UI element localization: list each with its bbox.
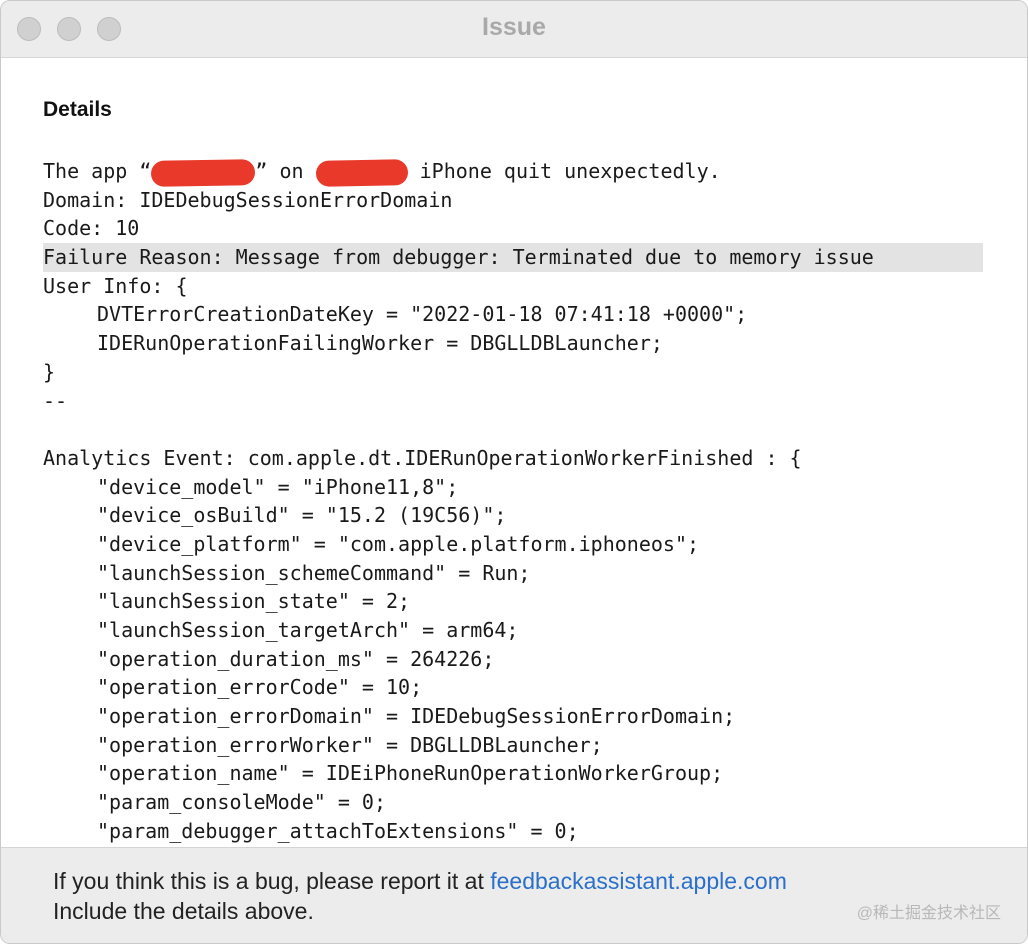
code-line: Code: 10 [43, 216, 140, 241]
analytics-item: "operation_errorWorker" = DBGLLDBLaunche… [97, 732, 603, 757]
feedback-assistant-link[interactable]: feedbackassistant.apple.com [490, 868, 787, 894]
user-info-close: } [43, 359, 56, 384]
analytics-item: "operation_name" = IDEiPhoneRunOperation… [97, 761, 724, 786]
analytics-item: "operation_duration_ms" = 264226; [97, 646, 495, 671]
analytics-item: "operation_errorDomain" = IDEDebugSessio… [97, 704, 736, 729]
quit-message-line: The app “ ” on iPhone quit unexpectedly. [43, 157, 1003, 187]
redacted-device-name [315, 158, 408, 187]
redacted-app-name [151, 158, 256, 187]
domain-line: Domain: IDEDebugSessionErrorDomain [43, 187, 453, 212]
failure-reason-line: Failure Reason: Message from debugger: T… [43, 243, 983, 272]
quit-message-suffix: iPhone quit unexpectedly. [407, 159, 721, 183]
analytics-item: "operation_errorCode" = 10; [97, 675, 423, 700]
analytics-item: "launchSession_targetArch" = arm64; [97, 618, 519, 642]
details-heading: Details [43, 98, 112, 121]
separator-line: -- [43, 388, 68, 413]
analytics-item: "device_model" = "iPhone11,8"; [97, 474, 459, 499]
quit-message-mid: ” on [255, 159, 316, 183]
details-scroll-area[interactable]: Details The app “ ” on iPhone quit unexpe… [1, 58, 1027, 847]
bug-report-prefix: If you think this is a bug, please repor… [53, 868, 491, 894]
issue-window: Issue Details The app “ ” on iPhone quit … [0, 0, 1028, 944]
user-info-item: DVTErrorCreationDateKey = "2022-01-18 07… [97, 302, 748, 327]
bug-report-notice: If you think this is a bug, please repor… [53, 866, 787, 926]
include-details-line: Include the details above. [53, 898, 314, 924]
details-text[interactable]: The app “” on iPhone quit unexpectedly. … [43, 157, 1003, 846]
analytics-item: "param_debugger_attachToExtensions" = 0; [97, 818, 579, 843]
analytics-event-open: Analytics Event: com.apple.dt.IDERunOper… [43, 445, 802, 470]
title-bar: Issue [1, 1, 1027, 58]
user-info-item: IDERunOperationFailingWorker = DBGLLDBLa… [97, 331, 663, 356]
analytics-item: "param_consoleMode" = 0; [97, 790, 386, 815]
user-info-open: User Info: { [43, 273, 188, 298]
bug-report-line: If you think this is a bug, please repor… [53, 866, 787, 896]
quit-message-prefix: The app “ [43, 159, 152, 183]
watermark: @稀土掘金技术社区 [856, 905, 1001, 922]
analytics-item: "launchSession_state" = 2; [97, 589, 411, 614]
analytics-item: "launchSession_schemeCommand" = Run; [97, 560, 531, 585]
window-title: Issue [482, 13, 546, 41]
analytics-item: "device_platform" = "com.apple.platform.… [97, 531, 700, 556]
analytics-item: "device_osBuild" = "15.2 (19C56)"; [97, 503, 507, 528]
footer-bar: If you think this is a bug, please repor… [1, 847, 1027, 943]
